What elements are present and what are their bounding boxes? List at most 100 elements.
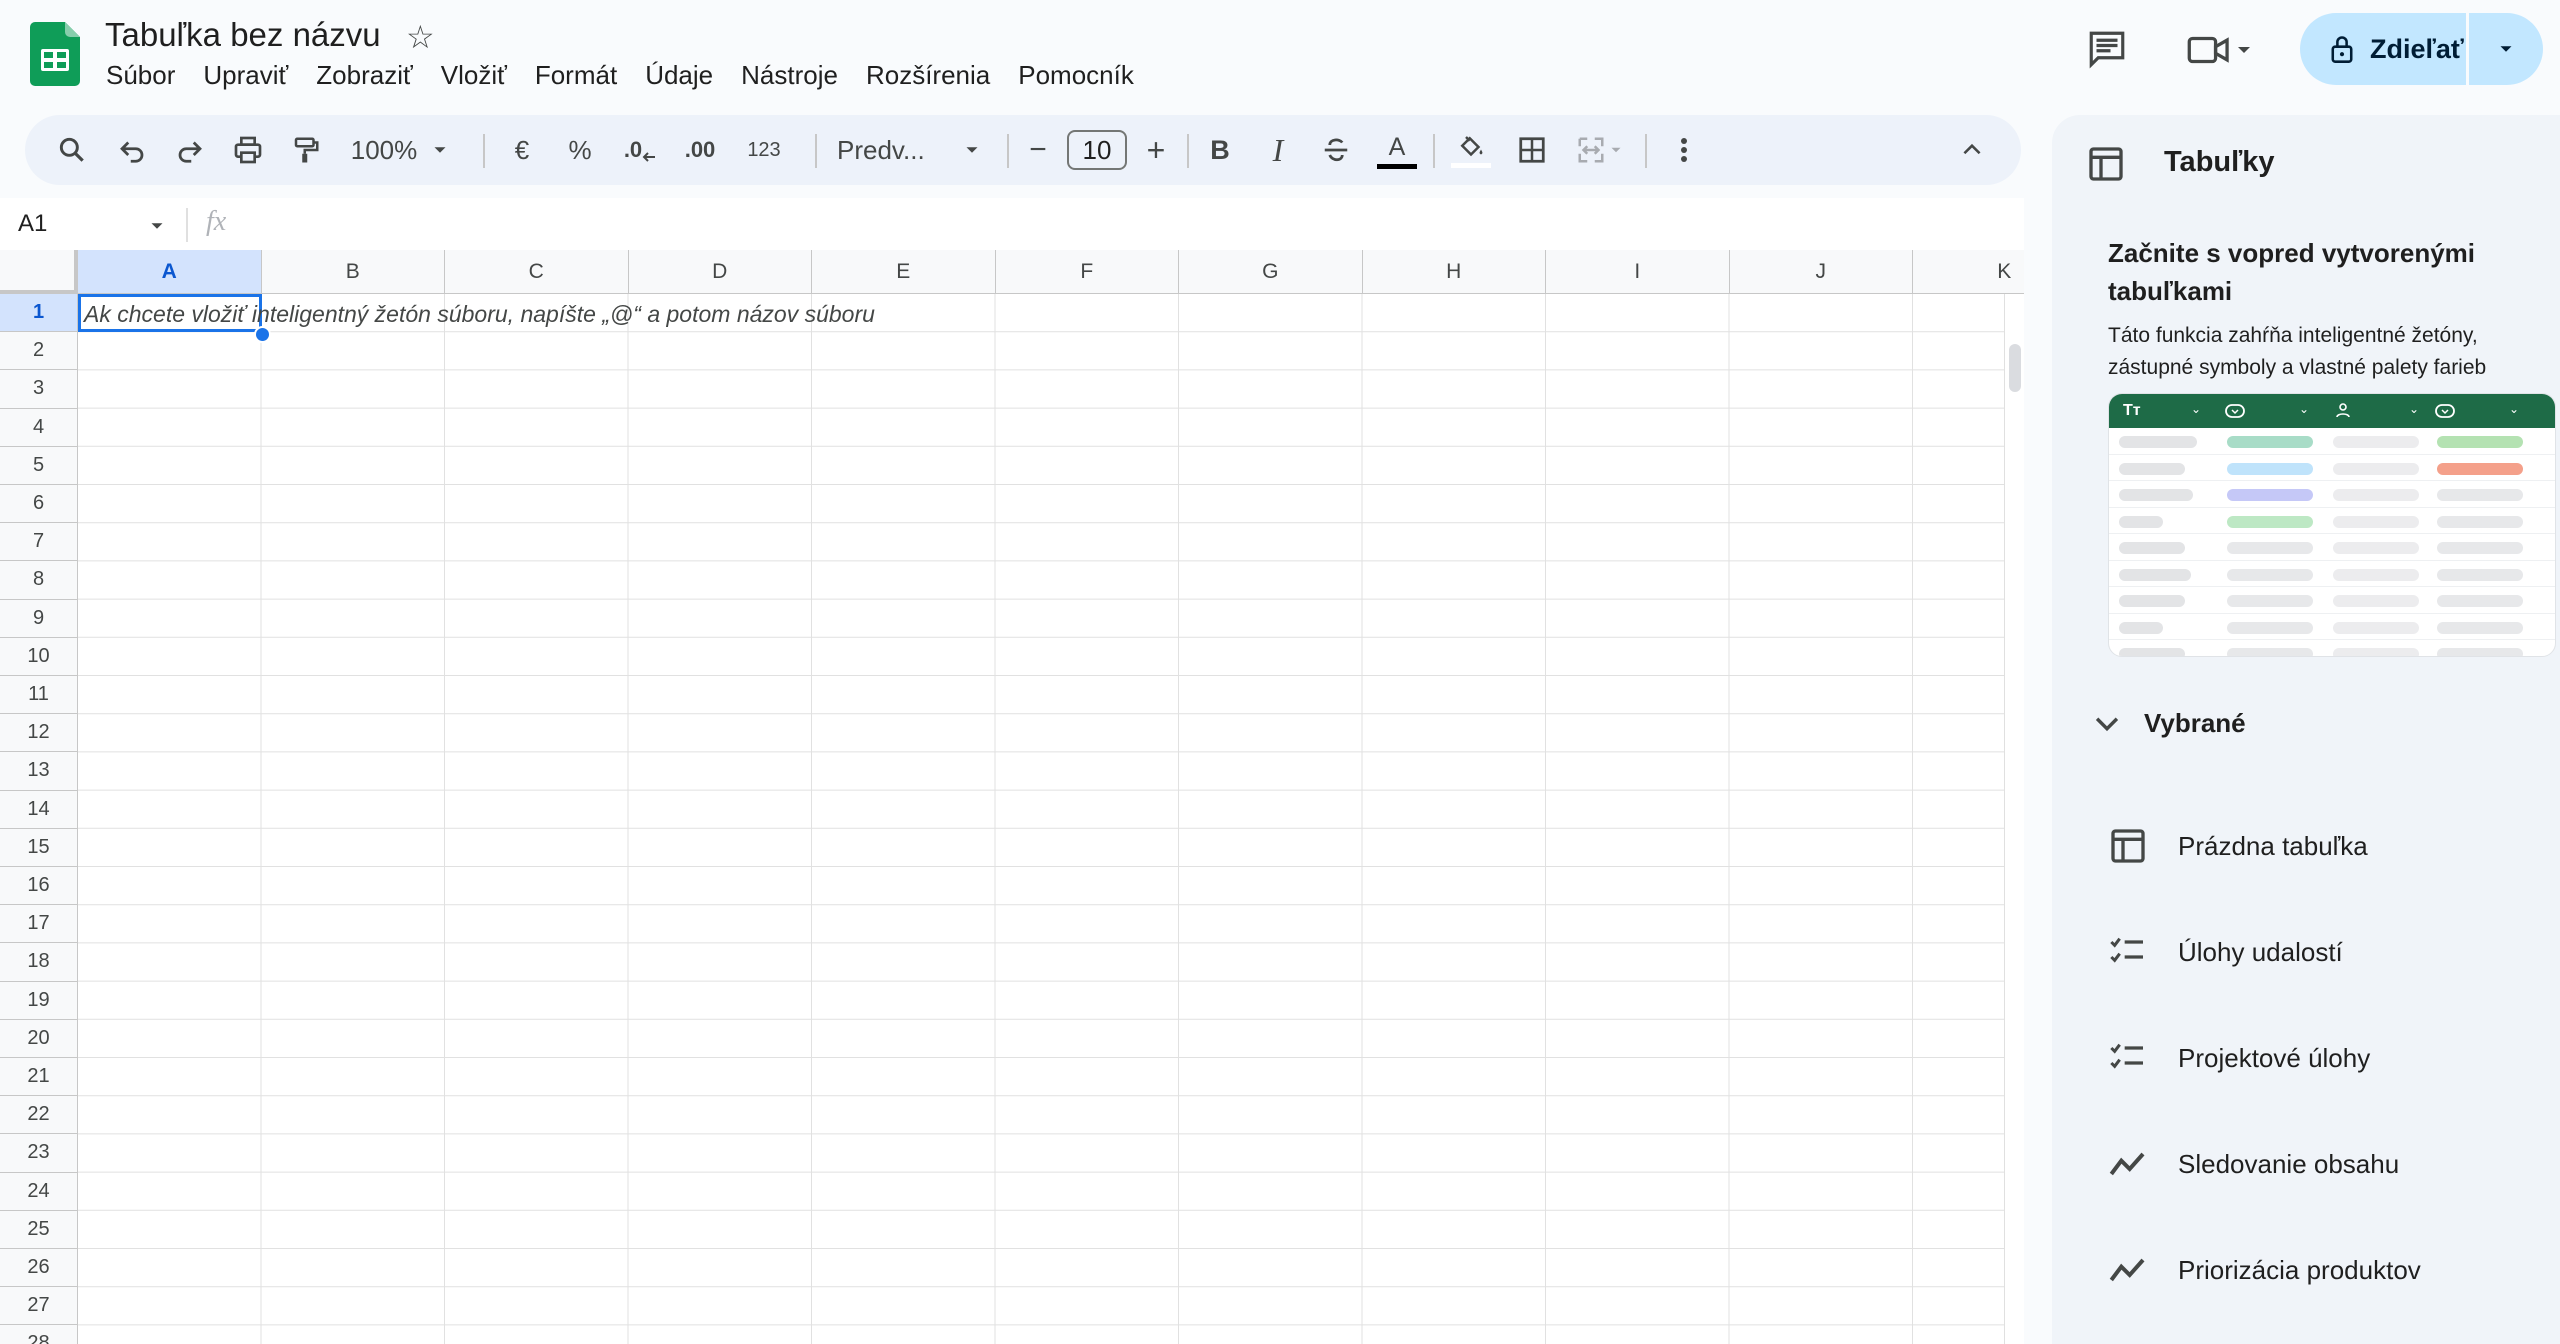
more-options-button[interactable] xyxy=(1661,115,1707,185)
column-header-d[interactable]: D xyxy=(628,250,812,294)
fill-handle[interactable] xyxy=(254,326,271,343)
row-header-20[interactable]: 20 xyxy=(0,1019,78,1058)
font-size-field[interactable]: 10 xyxy=(1065,115,1129,185)
column-header-a[interactable]: A xyxy=(78,250,262,294)
menu-extensions[interactable]: Rozšírenia xyxy=(852,60,1004,91)
borders-button[interactable] xyxy=(1507,115,1557,185)
meet-button[interactable] xyxy=(2186,30,2256,70)
column-header-c[interactable]: C xyxy=(445,250,629,294)
template-project-tasks[interactable]: Projektové úlohy xyxy=(2108,1038,2370,1078)
italic-button[interactable]: I xyxy=(1253,115,1303,185)
menu-data[interactable]: Údaje xyxy=(631,60,727,91)
row-header-24[interactable]: 24 xyxy=(0,1172,78,1211)
collapse-toolbar-button[interactable] xyxy=(1947,115,1997,185)
redo-button[interactable] xyxy=(165,115,215,185)
row-header-17[interactable]: 17 xyxy=(0,905,78,944)
column-header-b[interactable]: B xyxy=(261,250,445,294)
preview-person-chip xyxy=(2333,489,2419,501)
search-menus-button[interactable] xyxy=(45,115,99,185)
row-header-14[interactable]: 14 xyxy=(0,790,78,829)
formula-input[interactable] xyxy=(250,204,1990,244)
share-options-button[interactable] xyxy=(2469,38,2543,60)
column-header-h[interactable]: H xyxy=(1362,250,1546,294)
bold-button[interactable]: B xyxy=(1195,115,1245,185)
menu-insert[interactable]: Vložiť xyxy=(427,60,521,91)
decrease-font-size-button[interactable]: − xyxy=(1015,115,1061,185)
row-header-21[interactable]: 21 xyxy=(0,1058,78,1097)
row-header-27[interactable]: 27 xyxy=(0,1287,78,1326)
undo-icon xyxy=(120,141,144,163)
share-button[interactable]: Zdieľať xyxy=(2300,13,2543,85)
caret-down-icon[interactable] xyxy=(146,215,168,237)
font-size-input[interactable]: 10 xyxy=(1067,130,1127,170)
row-header-11[interactable]: 11 xyxy=(0,676,78,715)
row-header-12[interactable]: 12 xyxy=(0,714,78,753)
merge-cells-button[interactable] xyxy=(1565,115,1635,185)
row-header-9[interactable]: 9 xyxy=(0,599,78,638)
row-header-6[interactable]: 6 xyxy=(0,485,78,524)
row-header-7[interactable]: 7 xyxy=(0,523,78,562)
column-header-e[interactable]: E xyxy=(812,250,996,294)
star-icon[interactable]: ☆ xyxy=(406,18,435,56)
decrease-decimal-button[interactable]: .0 xyxy=(615,115,665,185)
tables-preview-image[interactable]: Tт ⌄ ⌄ ⌄ ⌄ xyxy=(2108,393,2556,657)
menu-format[interactable]: Formát xyxy=(521,60,631,91)
row-header-25[interactable]: 25 xyxy=(0,1210,78,1249)
select-all-corner[interactable] xyxy=(0,250,78,294)
row-header-2[interactable]: 2 xyxy=(0,332,78,371)
undo-button[interactable] xyxy=(107,115,157,185)
column-header-i[interactable]: I xyxy=(1546,250,1730,294)
column-header-j[interactable]: J xyxy=(1729,250,1913,294)
increase-decimal-button[interactable]: .00 xyxy=(673,115,727,185)
text-color-button[interactable]: A xyxy=(1369,115,1425,185)
sheets-logo[interactable] xyxy=(30,22,80,86)
comments-icon[interactable] xyxy=(2086,28,2128,70)
featured-section-header[interactable]: Vybrané xyxy=(2090,706,2246,740)
name-box[interactable]: A1 xyxy=(18,210,47,238)
row-header-26[interactable]: 26 xyxy=(0,1249,78,1288)
template-event-tasks[interactable]: Úlohy udalostí xyxy=(2108,932,2343,972)
row-header-13[interactable]: 13 xyxy=(0,752,78,791)
template-content-tracking[interactable]: Sledovanie obsahu xyxy=(2108,1144,2399,1184)
paint-format-button[interactable] xyxy=(281,115,331,185)
percent-format-button[interactable]: % xyxy=(557,115,603,185)
font-family-select[interactable]: Predv... xyxy=(825,115,995,185)
row-header-1[interactable]: 1 xyxy=(0,294,78,333)
row-header-23[interactable]: 23 xyxy=(0,1134,78,1173)
menu-tools[interactable]: Nástroje xyxy=(727,60,852,91)
number-format-button[interactable]: 123 xyxy=(735,115,793,185)
fill-color-button[interactable] xyxy=(1445,115,1497,185)
template-product-prioritization[interactable]: Priorizácia produktov xyxy=(2108,1250,2421,1290)
row-header-18[interactable]: 18 xyxy=(0,943,78,982)
row-header-22[interactable]: 22 xyxy=(0,1096,78,1135)
column-header-g[interactable]: G xyxy=(1179,250,1363,294)
row-header-15[interactable]: 15 xyxy=(0,828,78,867)
row-header-5[interactable]: 5 xyxy=(0,446,78,485)
menu-file[interactable]: Súbor xyxy=(92,60,189,91)
row-header-28[interactable]: 28 xyxy=(0,1325,78,1344)
print-button[interactable] xyxy=(223,115,273,185)
document-title[interactable]: Tabuľka bez názvu xyxy=(105,16,381,54)
zoom-select[interactable]: 100% xyxy=(343,115,459,185)
menu-help[interactable]: Pomocník xyxy=(1004,60,1148,91)
vertical-scrollbar[interactable] xyxy=(2004,294,2024,1344)
row-header-10[interactable]: 10 xyxy=(0,637,78,676)
row-header-16[interactable]: 16 xyxy=(0,867,78,906)
menu-edit[interactable]: Upraviť xyxy=(189,60,302,91)
column-header-f[interactable]: F xyxy=(995,250,1179,294)
row-header-3[interactable]: 3 xyxy=(0,370,78,409)
increase-font-size-button[interactable]: + xyxy=(1133,115,1179,185)
menu-view[interactable]: Zobraziť xyxy=(302,60,426,91)
row-header-19[interactable]: 19 xyxy=(0,981,78,1020)
column-header-k[interactable]: K xyxy=(1913,250,2024,294)
caret-down-icon xyxy=(966,147,978,153)
row-header-8[interactable]: 8 xyxy=(0,561,78,600)
cell-a1-hint: Ak chcete vložiť inteligentný žetón súbo… xyxy=(84,301,875,327)
currency-format-button[interactable]: € xyxy=(499,115,545,185)
merge-cells-icon xyxy=(1578,137,1604,163)
template-blank-table[interactable]: Prázdna tabuľka xyxy=(2108,826,2368,866)
row-header-4[interactable]: 4 xyxy=(0,408,78,447)
share-main[interactable]: Zdieľať xyxy=(2300,13,2466,85)
strikethrough-button[interactable] xyxy=(1311,115,1361,185)
scrollbar-thumb[interactable] xyxy=(2009,344,2021,392)
